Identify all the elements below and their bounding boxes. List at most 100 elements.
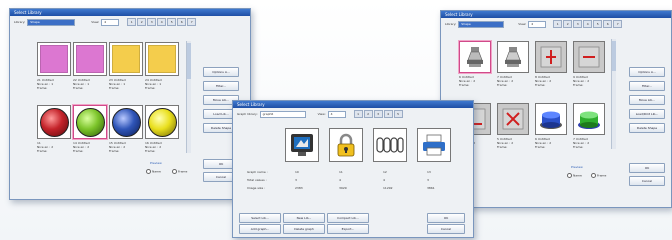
export-button[interactable]: Export...	[327, 224, 369, 234]
total-values-value: 3	[295, 178, 297, 182]
cell-tile	[417, 128, 451, 162]
graph-name-value: 13	[427, 170, 431, 174]
page-button[interactable]: 4	[383, 110, 393, 118]
cell-tile	[109, 42, 143, 76]
preview-label: Preview	[571, 165, 583, 169]
library-toolbar: Graph library: graph6 View: 4 1 2 3 4 5	[233, 108, 473, 120]
radio-frame[interactable]: Frame	[591, 173, 606, 178]
page-button[interactable]: 5	[593, 20, 603, 28]
page-buttons: 1 2 3 4 5	[353, 110, 403, 118]
cell-tile	[73, 105, 107, 139]
yellow-square-icon	[112, 45, 140, 73]
green-ball-icon	[75, 107, 105, 137]
graph-library-dialog: Select Library Graph library: graph6 Vie…	[232, 100, 474, 238]
graph-name-value: 10	[295, 170, 299, 174]
page-button[interactable]: 5	[393, 110, 403, 118]
new-lib-button[interactable]: New Lib...	[283, 213, 325, 223]
view-select[interactable]: 4	[528, 20, 547, 28]
page-button[interactable]: 6	[603, 20, 613, 28]
pink-square-icon	[40, 45, 68, 73]
page-button[interactable]: 1	[127, 18, 137, 26]
cell-tile	[373, 128, 407, 162]
view-select[interactable]: 4	[101, 18, 120, 26]
cell-tile	[573, 41, 605, 73]
page-button[interactable]: 2	[363, 110, 373, 118]
image-size-value: 3929	[339, 186, 347, 190]
radio-name[interactable]: Name	[146, 169, 161, 174]
cell-tile	[497, 103, 529, 135]
page-button[interactable]: 7	[187, 18, 197, 26]
dialog-title: Select Library	[10, 9, 250, 16]
filter-button[interactable]: Filter...	[203, 81, 239, 91]
page-buttons: 1 2 3 4 5 6 7	[553, 20, 623, 28]
page-button[interactable]: 4	[583, 20, 593, 28]
add-graph-button[interactable]: Add graph...	[239, 224, 281, 234]
green-cylinder-button-icon	[578, 111, 600, 129]
cell-caption: 11 Nice en : 2 Frame:	[37, 141, 54, 153]
image-size-label: Image size :	[247, 186, 266, 190]
cell-caption: 6 Untitled Nice en : 2 Frame:	[535, 137, 552, 149]
filter-button[interactable]: Filter...	[629, 81, 665, 91]
delete-shape-button[interactable]: Delete Shape	[629, 123, 665, 133]
cell-caption: 23 Untitled Nice en : 1 Frame:	[109, 78, 126, 90]
red-minus-tile-icon	[578, 46, 600, 68]
yellow-ball-icon	[147, 107, 177, 137]
page-button[interactable]: 3	[573, 20, 583, 28]
cell-caption: 9 Untitled Nice en : 2 Frame:	[573, 75, 590, 87]
move-lib-button[interactable]: Move Lib...	[629, 95, 665, 105]
radio-button[interactable]	[172, 169, 177, 174]
select-lib-button[interactable]: Select Lib...	[239, 213, 281, 223]
options-button[interactable]: Options A...	[629, 67, 665, 77]
view-label: View:	[91, 20, 100, 24]
vertical-scrollbar[interactable]	[186, 41, 191, 153]
red-plus-tile-icon	[540, 46, 562, 68]
delete-graph-button[interactable]: Delete graph	[283, 224, 325, 234]
radio-name[interactable]: Name	[567, 173, 582, 178]
cell-tile	[37, 42, 71, 76]
cell-caption: 15 Untitled Nice en : 2 Frame:	[109, 141, 126, 153]
radio-button[interactable]	[567, 173, 572, 178]
compact-lib-button[interactable]: Compact Lib...	[327, 213, 369, 223]
page-button[interactable]: 6	[177, 18, 187, 26]
radio-button[interactable]	[146, 169, 151, 174]
graph-library-label: Graph library:	[237, 112, 258, 116]
dialog-title: Select Library	[441, 11, 671, 18]
cancel-button[interactable]: Cancel	[427, 224, 465, 234]
ok-button[interactable]: OK	[629, 163, 665, 173]
page-button[interactable]: 4	[157, 18, 167, 26]
total-values-label: Total values :	[247, 178, 267, 182]
view-select[interactable]: 4	[327, 110, 346, 118]
vertical-scrollbar[interactable]	[611, 39, 616, 149]
scroll-thumb[interactable]	[612, 41, 616, 71]
library-select[interactable]: Shape	[458, 20, 505, 28]
library-toolbar: Library: Shape View: 4 1 2 3 4 5 6 7	[441, 18, 671, 30]
radio-frame[interactable]: Frame	[172, 169, 187, 174]
ok-button[interactable]: OK	[427, 213, 465, 223]
cancel-button[interactable]: Cancel	[629, 176, 665, 186]
cell-tile	[145, 42, 179, 76]
cell-caption: 14 Untitled Nice en : 2 Frame:	[73, 141, 90, 153]
page-button[interactable]: 2	[563, 20, 573, 28]
cell-tile	[285, 128, 319, 162]
page-button[interactable]: 1	[353, 110, 363, 118]
total-values-value: 3	[427, 178, 429, 182]
page-button[interactable]: 2	[137, 18, 147, 26]
page-button[interactable]: 7	[613, 20, 623, 28]
page-button[interactable]: 1	[553, 20, 563, 28]
page-button[interactable]: 3	[373, 110, 383, 118]
cell-caption: 22 Untitled Nice en : 1 Frame:	[73, 78, 90, 90]
graph-library-select[interactable]: graph6	[259, 110, 306, 118]
load-lib-button[interactable]: Load/Rmt Lib...	[629, 109, 665, 119]
page-button[interactable]: 5	[167, 18, 177, 26]
graph-name-value: 11	[339, 170, 343, 174]
view-label: View:	[518, 22, 527, 26]
scroll-thumb[interactable]	[187, 43, 191, 79]
pink-square-icon	[76, 45, 104, 73]
cell-tile	[573, 103, 605, 135]
graph-name-label: Graph name :	[247, 170, 268, 174]
page-button[interactable]: 3	[147, 18, 157, 26]
options-button[interactable]: Options A...	[203, 67, 239, 77]
radio-button[interactable]	[591, 173, 596, 178]
library-select[interactable]: Shape	[27, 18, 76, 26]
shape-library-dialog-right: Select Library Library: Shape View: 4 1 …	[440, 10, 672, 208]
